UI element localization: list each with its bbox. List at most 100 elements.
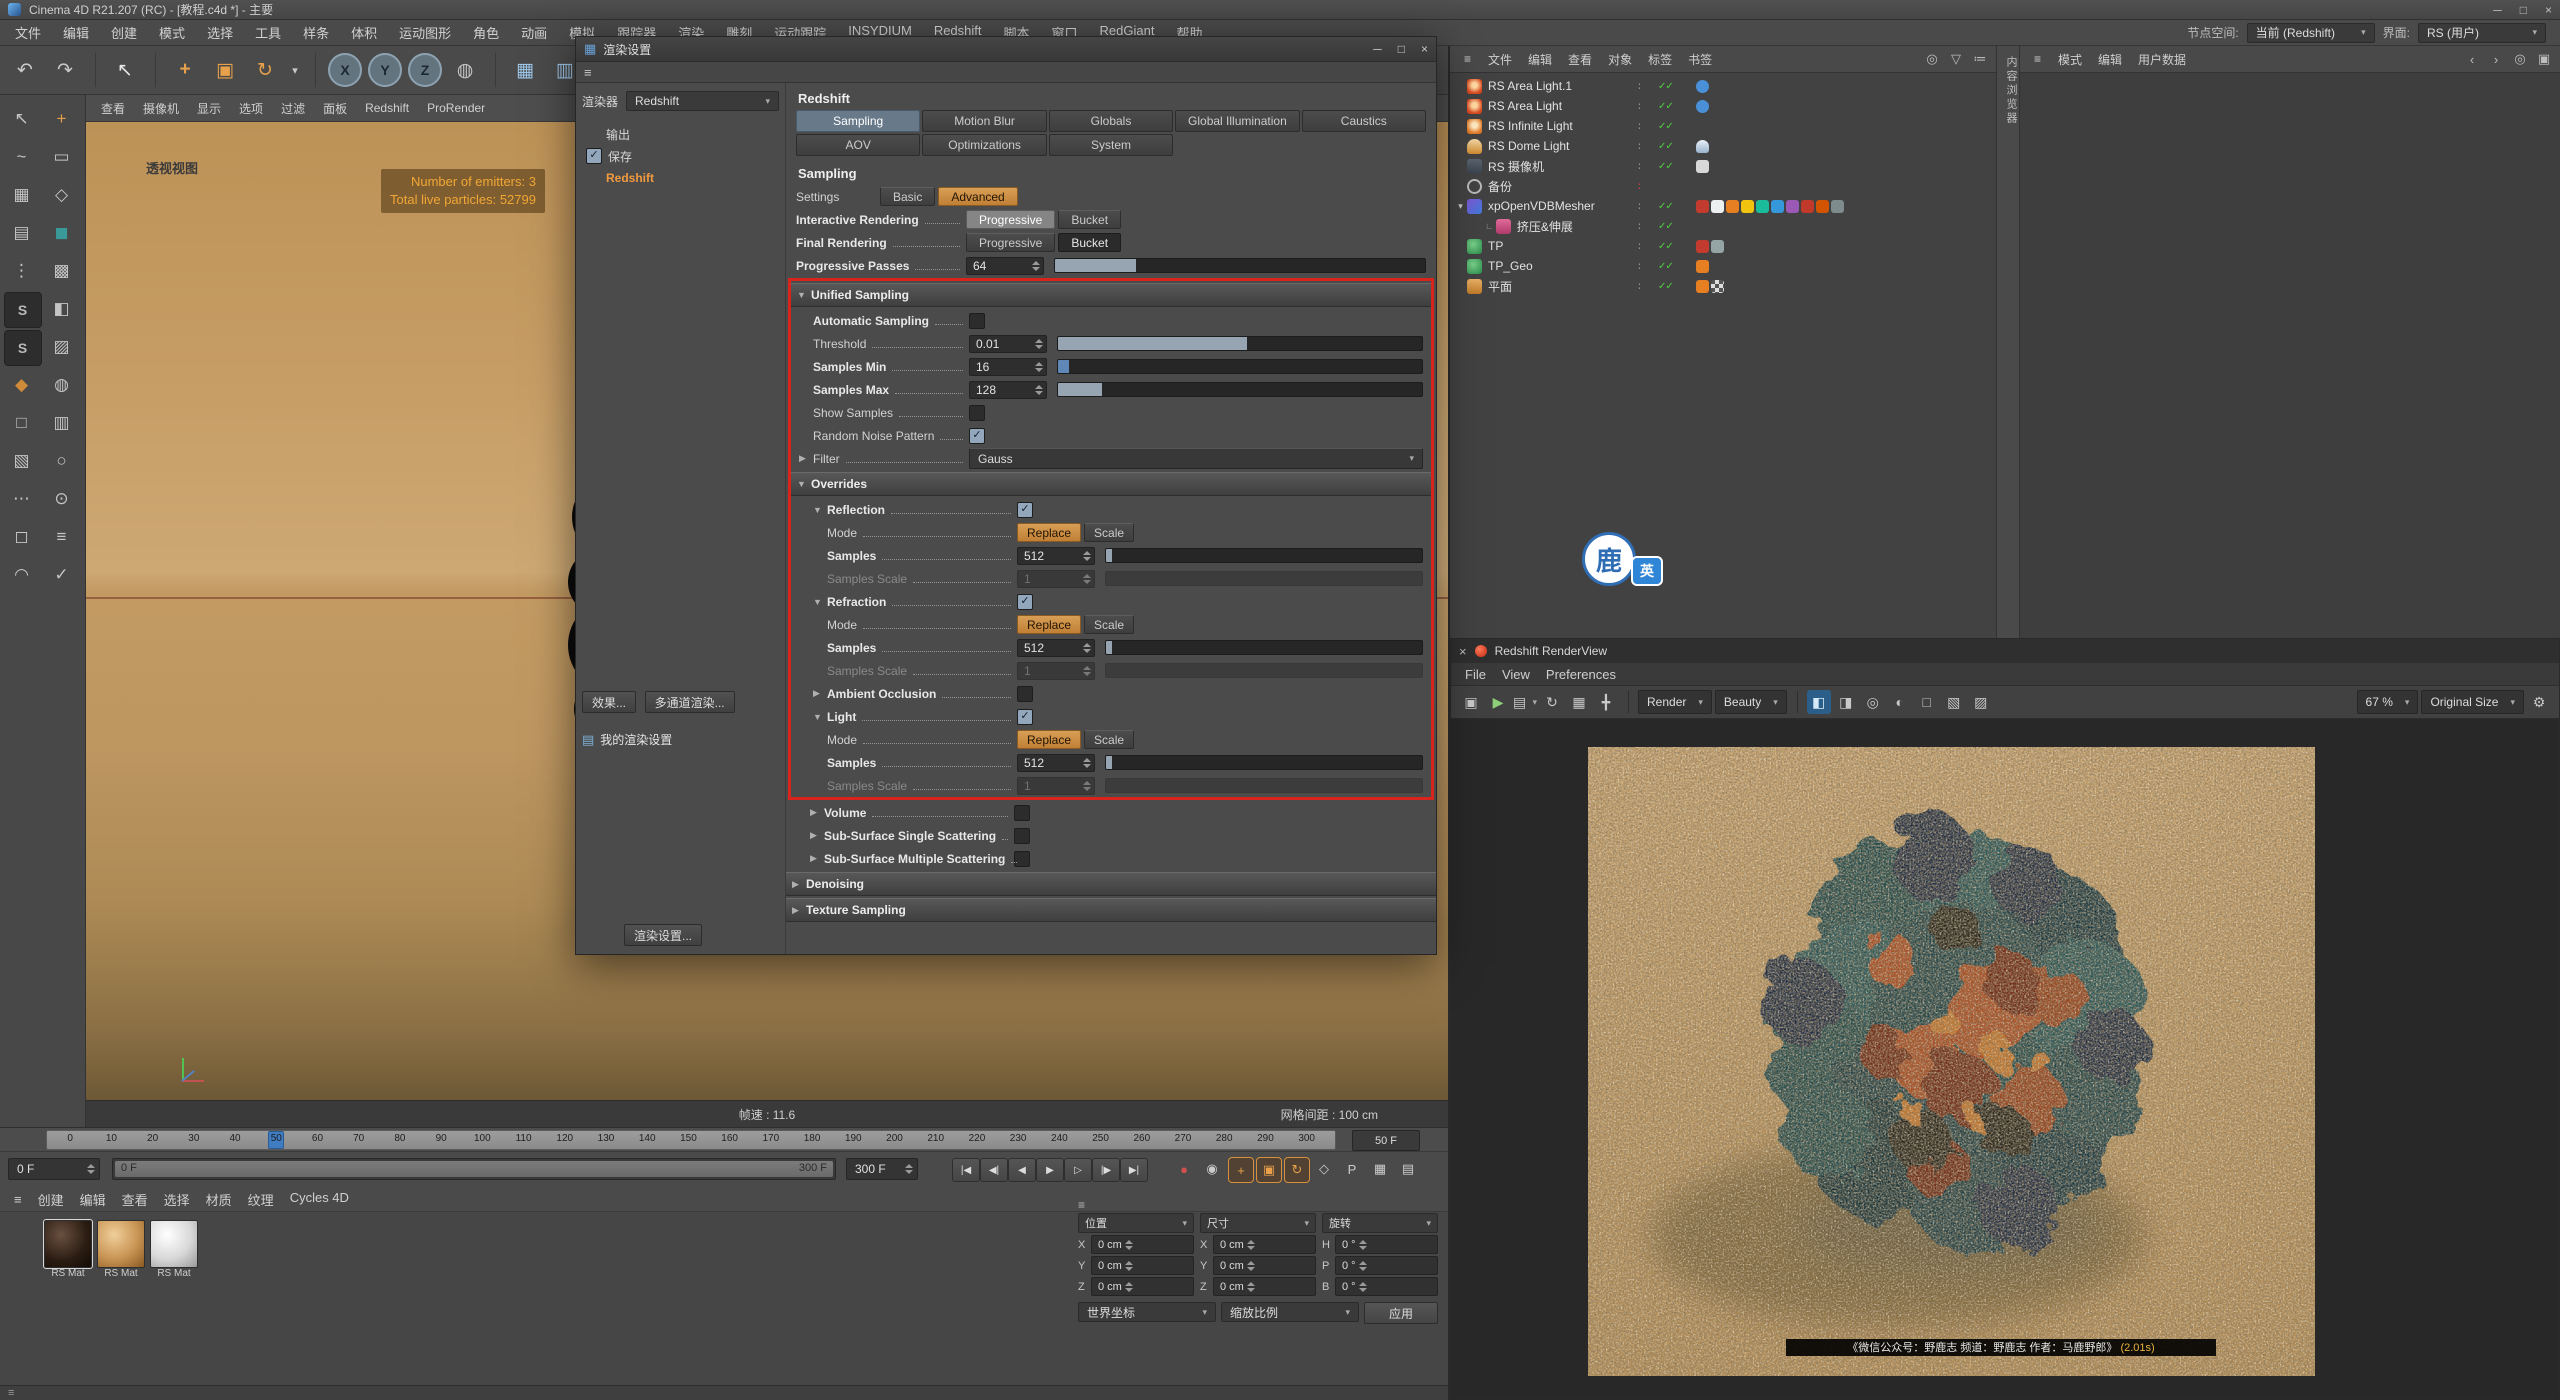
object-row-tp[interactable]: TP∶✓✓ (1450, 236, 1996, 256)
menubar-item-工具[interactable]: 工具 (244, 20, 292, 45)
spinner-arrows-icon[interactable] (1083, 574, 1091, 584)
spinner-arrows-icon[interactable] (1247, 1240, 1255, 1250)
hamburger-icon[interactable]: ≡ (1078, 1198, 1085, 1212)
viewport-view-label[interactable]: 透视视图 (146, 158, 198, 177)
menubar-item-体积[interactable]: 体积 (340, 20, 388, 45)
visibility-checks-icon[interactable]: ✓✓ (1658, 241, 1673, 252)
next-frame-button[interactable]: ▷ (1064, 1158, 1092, 1182)
value-field[interactable]: 512 (1017, 754, 1095, 772)
volume-tool-icon[interactable]: ◼ (44, 216, 80, 250)
object-row-rs-area-light[interactable]: RS Area Light∶✓✓ (1450, 96, 1996, 116)
effects-button[interactable]: 效果... (582, 691, 636, 713)
content-browser-tab[interactable]: 内容浏览器 (1997, 56, 2019, 126)
play-forward-button[interactable]: ▶ (1036, 1158, 1064, 1182)
value-field[interactable]: 1 (1017, 662, 1095, 680)
coordinate-field[interactable]: 0 cm (1091, 1256, 1194, 1275)
bucket-button[interactable]: Bucket (1058, 233, 1121, 252)
x-axis-lock-button[interactable]: X (328, 53, 362, 87)
target-tool-icon[interactable]: ⊙ (44, 482, 80, 516)
history-back-icon[interactable]: ‹ (2462, 49, 2482, 69)
render-start-icon[interactable]: ▶ (1486, 690, 1510, 714)
tree-checkbox[interactable]: ✓ (586, 148, 602, 164)
aov-preview-icon[interactable]: ▨ (1969, 690, 1993, 714)
param-slider[interactable] (1057, 336, 1423, 351)
param-slider[interactable] (1105, 548, 1423, 563)
checkbox-volume[interactable] (1014, 805, 1030, 821)
replace-button[interactable]: Replace (1017, 523, 1081, 542)
viewport-menu-查看[interactable]: 查看 (92, 98, 134, 119)
visibility-checks-icon[interactable]: ✓✓ (1658, 201, 1673, 212)
render-view-button[interactable]: ▦ (506, 51, 544, 89)
checkbox-automatic-sampling[interactable] (969, 313, 985, 329)
empty-tool-icon[interactable]: ◻ (4, 520, 40, 554)
spinner-arrows-icon[interactable] (1032, 261, 1040, 271)
subdivision-tool-icon[interactable]: ▦ (4, 178, 40, 212)
param-slider[interactable] (1105, 663, 1423, 678)
render-settings-popup-button[interactable]: 渲染设置... (624, 924, 702, 946)
coordinates-header-dropdown[interactable]: 尺寸▾ (1200, 1213, 1316, 1233)
renderview-menu-file[interactable]: File (1457, 665, 1494, 684)
scale-mode-dropdown[interactable]: 缩放比例 ▾ (1221, 1302, 1359, 1322)
tag-icon[interactable] (1711, 280, 1724, 293)
coordinate-system-dropdown[interactable]: 世界坐标 ▾ (1078, 1302, 1216, 1322)
layer-dots-icon[interactable]: ∶ (1638, 160, 1641, 173)
param-slider[interactable] (1105, 778, 1423, 793)
param-slider[interactable] (1105, 755, 1423, 770)
checkbox-sub-surface-multiple-scattering[interactable] (1014, 851, 1030, 867)
coordinate-field[interactable]: 0 ° (1335, 1277, 1438, 1296)
layer-dots-icon[interactable]: ∶ (1638, 100, 1641, 113)
crop-region-icon[interactable]: ╋ (1594, 690, 1618, 714)
tag-icon[interactable] (1756, 200, 1769, 213)
preview-range-slider[interactable]: 0 F 300 F (112, 1158, 836, 1180)
tag-icon[interactable] (1711, 240, 1724, 253)
view-options-icon[interactable]: ≔ (1970, 49, 1990, 69)
spinner-arrows-icon[interactable] (1125, 1261, 1133, 1271)
spinner-arrows-icon[interactable] (1083, 758, 1091, 768)
camera-select-dropdown[interactable]: ▤▾ (1513, 690, 1537, 714)
spinner-arrows-icon[interactable] (1083, 643, 1091, 653)
dropdown-filter[interactable]: Gauss▾ (969, 448, 1423, 469)
history-forward-icon[interactable]: › (2486, 49, 2506, 69)
tag-icon[interactable] (1696, 260, 1709, 273)
progressive-button[interactable]: Progressive (966, 233, 1055, 252)
goto-start-button[interactable]: |◀ (952, 1158, 980, 1182)
tag-icon[interactable] (1696, 160, 1709, 173)
dialog-close-button[interactable]: × (1421, 42, 1428, 56)
expander-icon[interactable]: ▼ (813, 505, 827, 515)
interface-dropdown[interactable]: RS (用户) ▾ (2418, 23, 2546, 43)
sync-render-icon[interactable]: ↻ (1540, 690, 1564, 714)
section-denoising[interactable]: ▶Denoising (786, 872, 1436, 896)
visibility-checks-icon[interactable]: ✓✓ (1658, 141, 1673, 152)
visibility-checks-icon[interactable]: ✓✓ (1658, 221, 1673, 232)
range-bar[interactable] (115, 1161, 833, 1177)
spinner-arrows-icon[interactable] (1083, 781, 1091, 791)
visibility-checks-icon[interactable]: ✓✓ (1658, 261, 1673, 272)
live-selection-icon[interactable]: ↖ (106, 51, 144, 89)
spinner-arrows-icon[interactable] (1035, 339, 1043, 349)
layer-dots-icon[interactable]: ∶ (1638, 120, 1641, 133)
close-icon[interactable]: × (1459, 644, 1467, 659)
tag-icon[interactable] (1696, 200, 1709, 213)
hamburger-icon[interactable]: ≡ (1456, 50, 1479, 68)
renderview-menu-preferences[interactable]: Preferences (1538, 665, 1624, 684)
expander-icon[interactable]: ▶ (792, 905, 806, 916)
object-manager-menu-对象[interactable]: 对象 (1600, 49, 1640, 70)
checkbox-reflection[interactable]: ✓ (1017, 502, 1033, 518)
spinner-arrows-icon[interactable] (1083, 551, 1091, 561)
undo-icon[interactable]: ↶ (6, 51, 44, 89)
hamburger-icon[interactable]: ≡ (8, 1387, 14, 1399)
expander-icon[interactable]: ▶ (810, 853, 824, 864)
pattern-tool-icon[interactable]: ▧ (4, 444, 40, 478)
attribute-manager-menu-模式[interactable]: 模式 (2050, 49, 2090, 70)
renderview-settings-icon[interactable]: ⚙ (2527, 690, 2551, 714)
hamburger-icon[interactable]: ≡ (2026, 50, 2049, 68)
cloth-tool-icon[interactable]: ◧ (44, 292, 80, 326)
object-row-rs-area-light-1[interactable]: RS Area Light.1∶✓✓ (1450, 76, 1996, 96)
settings-tree-输出[interactable]: 输出 (582, 123, 779, 145)
key-position-toggle[interactable]: + (1228, 1157, 1254, 1183)
coordinate-field[interactable]: 0 ° (1335, 1256, 1438, 1275)
tab-global-illumination[interactable]: Global Illumination (1175, 110, 1299, 132)
tag-icon[interactable] (1741, 200, 1754, 213)
spinner-arrows-icon[interactable] (1247, 1261, 1255, 1271)
tag-icon[interactable] (1786, 200, 1799, 213)
